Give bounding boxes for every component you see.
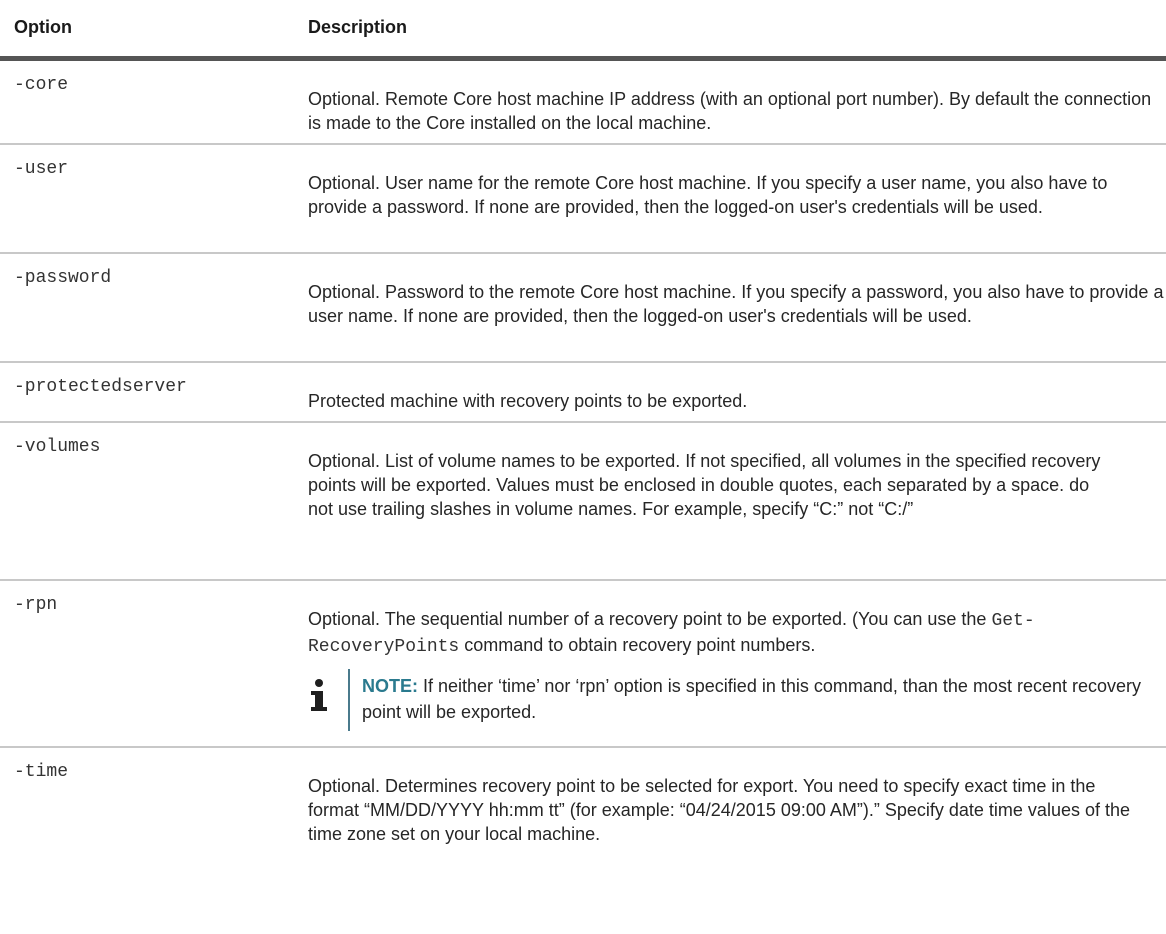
description-time: Optional. Determines recovery point to b… [308, 776, 1130, 844]
option-core: -core [14, 75, 69, 95]
description-volumes: Optional. List of volume names to be exp… [308, 451, 1101, 519]
option-rpn: -rpn [14, 595, 58, 615]
description-rpn-part2: command to obtain recovery point numbers… [459, 635, 816, 655]
option-user: -user [14, 159, 69, 179]
table-row: -core Optional. Remote Core host machine… [0, 61, 1166, 145]
options-table: Option Description -core Optional. Remot… [0, 0, 1166, 888]
table-row: -user Optional. User name for the remote… [0, 145, 1166, 254]
description-rpn-part1: Optional. The sequential number of a rec… [308, 609, 992, 629]
description-protectedserver: Protected machine with recovery points t… [308, 391, 748, 411]
description-core: Optional. Remote Core host machine IP ad… [308, 89, 1152, 133]
table-row: -time Optional. Determines recovery poin… [0, 748, 1166, 888]
note-body: If neither ‘time’ nor ‘rpn’ option is sp… [362, 676, 1141, 722]
note-divider [348, 669, 350, 731]
option-time: -time [14, 762, 69, 782]
table-header: Option Description [0, 0, 1166, 61]
option-protectedserver: -protectedserver [14, 377, 187, 397]
note-label: NOTE: [362, 676, 418, 696]
header-description: Description [308, 17, 408, 37]
table-row: -password Optional. Password to the remo… [0, 254, 1166, 363]
description-password: Optional. Password to the remote Core ho… [308, 282, 1164, 326]
info-icon [311, 679, 327, 711]
description-user: Optional. User name for the remote Core … [308, 173, 1108, 217]
option-volumes: -volumes [14, 437, 101, 457]
description-rpn: Optional. The sequential number of a rec… [308, 607, 1158, 659]
option-password: -password [14, 268, 112, 288]
note-box: NOTE: If neither ‘time’ nor ‘rpn’ option… [308, 669, 1154, 731]
table-row: -volumes Optional. List of volume names … [0, 423, 1166, 581]
table-row: -protectedserver Protected machine with … [0, 363, 1166, 423]
table-row: -rpn Optional. The sequential number of … [0, 581, 1166, 748]
note-text: NOTE: If neither ‘time’ nor ‘rpn’ option… [362, 673, 1152, 725]
header-option: Option [14, 17, 72, 37]
